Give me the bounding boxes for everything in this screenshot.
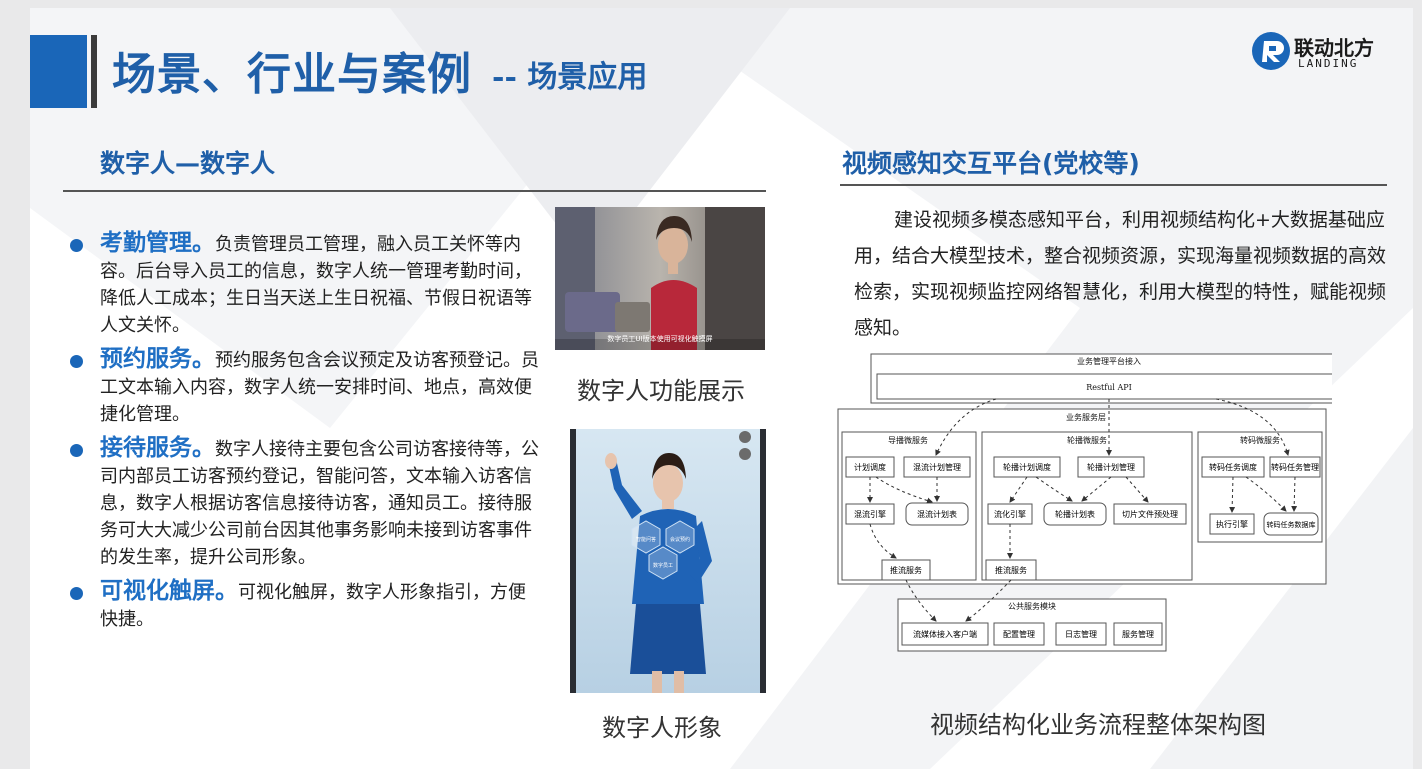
video-subtitle: 数字员工UI版本使用可视化触摸屏 bbox=[607, 334, 712, 343]
right-heading-rule bbox=[840, 184, 1387, 186]
bullet-dot bbox=[70, 239, 83, 252]
diagram-node: 日志管理 bbox=[1065, 629, 1097, 639]
title-accent-bar bbox=[30, 35, 87, 108]
bullet-lead: 考勤管理。 bbox=[100, 230, 215, 256]
digital-human-demo-photo: 数字员工UI版本使用可视化触摸屏 bbox=[555, 207, 765, 350]
diagram-node: 推流服务 bbox=[995, 565, 1027, 575]
caption-architecture: 视频结构化业务流程整体架构图 bbox=[930, 711, 1266, 739]
title-divider-bar bbox=[91, 35, 97, 108]
slide: 场景、行业与案例 -- 场景应用 联动北方 LANDING 数字人—数字人 考勤… bbox=[30, 8, 1413, 769]
page-subtitle: -- 场景应用 bbox=[492, 60, 648, 95]
screen-label: 数字员工 bbox=[653, 562, 673, 569]
diagram-node: 计划调度 bbox=[854, 462, 886, 472]
bullet-lead: 可视化触屏。 bbox=[100, 578, 238, 604]
diagram-node: 执行引擎 bbox=[1216, 519, 1248, 529]
diagram-node: 轮播计划管理 bbox=[1087, 462, 1135, 472]
diagram-node: 轮播计划调度 bbox=[1003, 462, 1051, 472]
diagram-service-layer: 业务服务层 bbox=[1066, 412, 1106, 422]
logo-icon bbox=[1252, 32, 1290, 70]
logo-text-en: LANDING bbox=[1298, 57, 1359, 70]
architecture-diagram: 业务管理平台接入 Restful API 业务服务层 导播微服务 计划调度 混流… bbox=[836, 351, 1349, 653]
list-item: 预约服务。预约服务包含会议预定及访客预登记。员工文本输入内容，数字人统一安排时间… bbox=[70, 346, 540, 428]
bullet-lead: 接待服务。 bbox=[100, 435, 215, 461]
diagram-group-1: 导播微服务 bbox=[888, 435, 928, 445]
digital-human-avatar-photo: 智能问答 数字员工 会议预约 bbox=[570, 429, 766, 693]
diagram-top-layer: 业务管理平台接入 bbox=[1077, 356, 1141, 366]
platform-description: 建设视频多模态感知平台，利用视频结构化+大数据基础应用，结合大模型技术，整合视频… bbox=[854, 209, 1387, 339]
screen-label: 智能问答 bbox=[636, 536, 656, 543]
diagram-node: 转码任务调度 bbox=[1209, 462, 1257, 472]
diagram-node: 转码任务数据库 bbox=[1267, 520, 1316, 529]
bullet-dot bbox=[70, 444, 83, 457]
bullet-dot bbox=[70, 355, 83, 368]
diagram-node: 推流服务 bbox=[890, 565, 922, 575]
caption-function-demo: 数字人功能展示 bbox=[577, 377, 745, 405]
diagram-node: 流媒体接入客户端 bbox=[913, 629, 977, 639]
diagram-node: 混流计划表 bbox=[917, 509, 957, 519]
diagram-common: 公共服务模块 bbox=[1008, 601, 1056, 611]
diagram-group-2: 轮播微服务 bbox=[1067, 435, 1107, 445]
caption-avatar: 数字人形象 bbox=[602, 714, 722, 742]
feature-list: 考勤管理。负责管理员工管理，融入员工关怀等内容。后台导入员工的信息，数字人统一管… bbox=[70, 230, 540, 640]
left-section-heading: 数字人—数字人 bbox=[100, 149, 276, 178]
diagram-node: 流化引擎 bbox=[994, 509, 1026, 519]
list-item: 接待服务。数字人接待主要包含公司访客接待等，公司内部员工访客预约登记，智能问答，… bbox=[70, 435, 540, 571]
diagram-node: 配置管理 bbox=[1003, 629, 1035, 639]
left-heading-rule bbox=[63, 190, 766, 192]
diagram-node: 轮播计划表 bbox=[1055, 509, 1095, 519]
diagram-node: 服务管理 bbox=[1122, 629, 1154, 639]
diagram-node: 混流计划管理 bbox=[913, 462, 961, 472]
diagram-node: 混流引擎 bbox=[854, 509, 886, 519]
list-item: 考勤管理。负责管理员工管理，融入员工关怀等内容。后台导入员工的信息，数字人统一管… bbox=[70, 230, 540, 339]
list-item: 可视化触屏。可视化触屏，数字人形象指引，方便快捷。 bbox=[70, 578, 540, 633]
bullet-dot bbox=[70, 587, 83, 600]
diagram-api: Restful API bbox=[1086, 383, 1132, 392]
right-section-heading: 视频感知交互平台(党校等) bbox=[842, 149, 1140, 178]
page-title: 场景、行业与案例 bbox=[112, 49, 472, 100]
diagram-node: 转码任务管理 bbox=[1271, 462, 1319, 472]
company-logo: 联动北方 LANDING bbox=[1252, 30, 1402, 80]
diagram-group-3: 转码微服务 bbox=[1240, 435, 1280, 445]
screen-label: 会议预约 bbox=[670, 536, 690, 543]
bullet-lead: 预约服务。 bbox=[100, 346, 215, 372]
diagram-node: 切片文件预处理 bbox=[1122, 509, 1178, 519]
